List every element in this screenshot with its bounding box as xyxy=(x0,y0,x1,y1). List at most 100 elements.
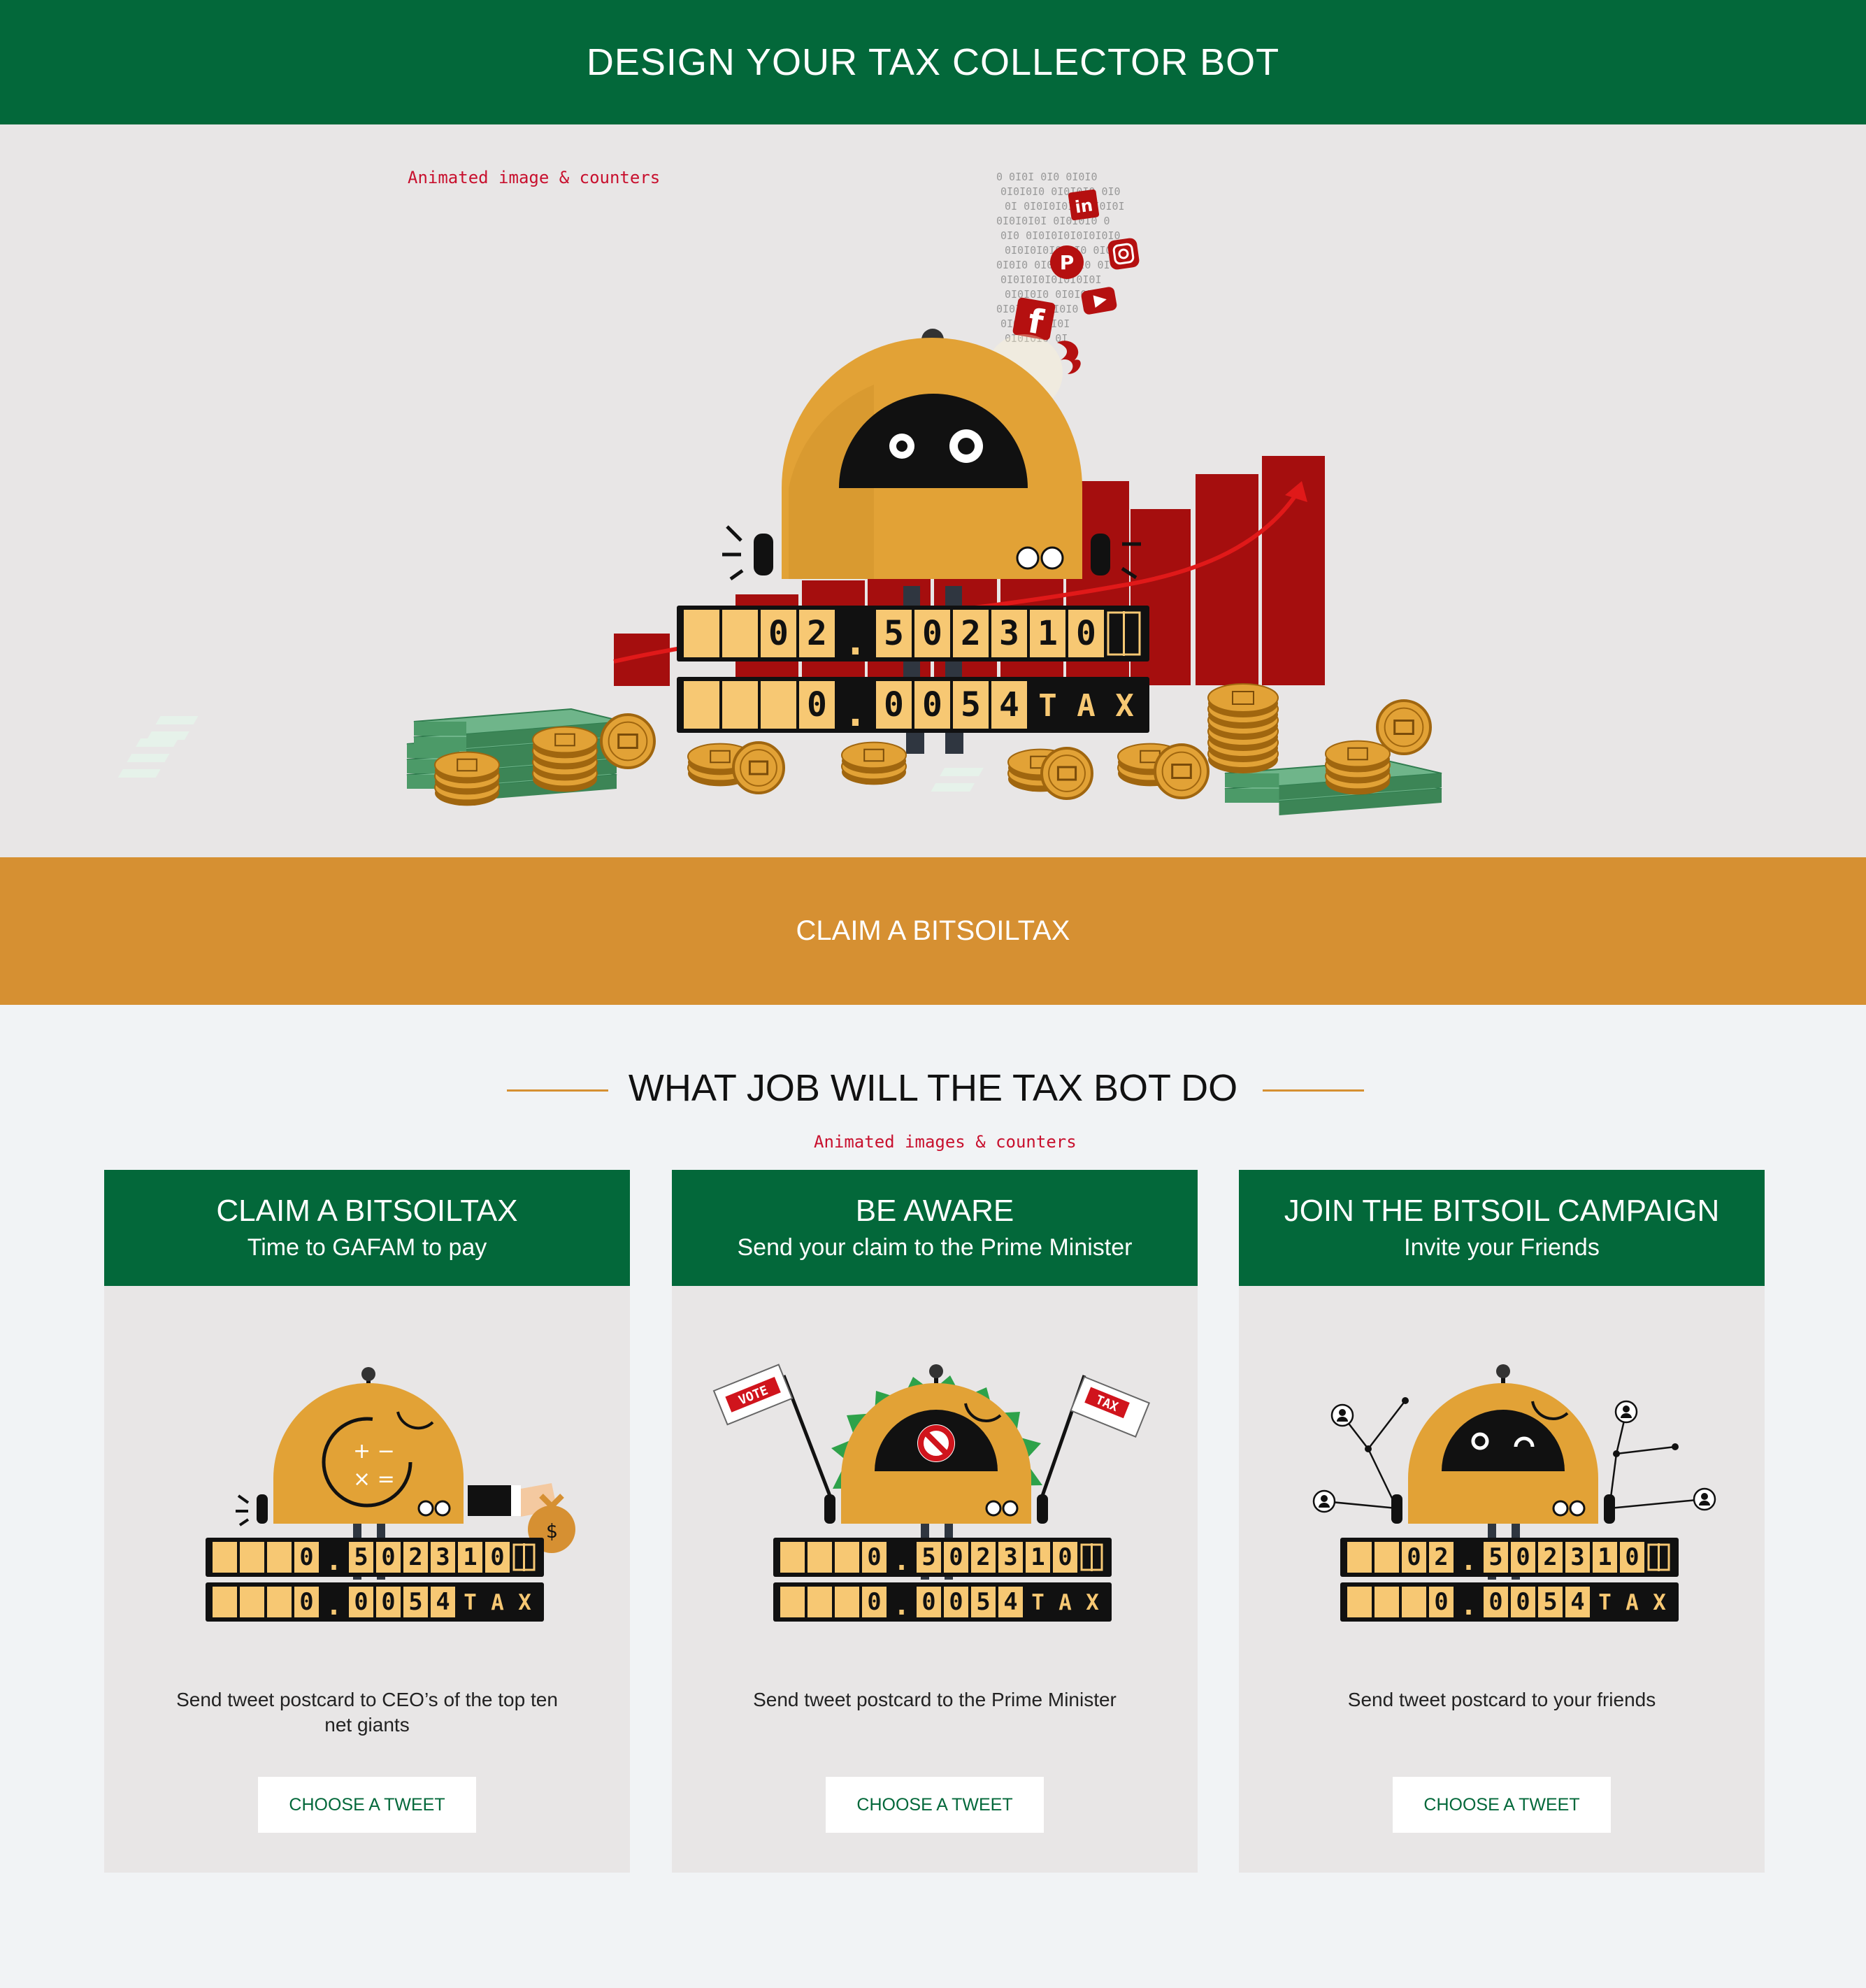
counter-digit-cell xyxy=(808,1542,832,1573)
card-subtitle: Invite your Friends xyxy=(1404,1234,1600,1261)
card-header: BE AWARE Send your claim to the Prime Mi… xyxy=(672,1170,1198,1286)
card-counter-top: 0.502310 xyxy=(206,1538,544,1577)
counter-digit-cell xyxy=(780,1542,805,1573)
person-icon xyxy=(1693,1487,1716,1511)
counter-digit-cell xyxy=(1375,1542,1399,1573)
bitsoil-coin-icon xyxy=(434,751,500,784)
counter-digit: 5 xyxy=(961,685,981,724)
counter-digit: 0 xyxy=(922,685,942,724)
counter-decimal: . xyxy=(893,1590,910,1622)
linkedin-icon: in xyxy=(1068,189,1100,221)
counter-digit: 3 xyxy=(1003,1543,1017,1571)
counter-digit: 0 xyxy=(381,1543,395,1571)
choose-tweet-button[interactable]: CHOOSE A TWEET xyxy=(258,1777,476,1833)
counter-digit: 0 xyxy=(949,1543,963,1571)
counter-digit: 0 xyxy=(1434,1588,1448,1615)
counter-suffix-letter: T xyxy=(1038,688,1057,724)
counter-digit: 1 xyxy=(1031,1543,1045,1571)
choose-tweet-button[interactable]: CHOOSE A TWEET xyxy=(826,1777,1044,1833)
calc-times-equals: × = xyxy=(353,1467,395,1492)
counter-suffix-letter: T xyxy=(1031,1590,1045,1615)
svg-text:P: P xyxy=(1060,251,1075,274)
counter-digit: 4 xyxy=(999,685,1019,724)
jobs-annotation: Animated images & counters xyxy=(814,1132,1077,1152)
counter-decimal: . xyxy=(844,690,868,736)
counter-digit: 0 xyxy=(1516,1588,1530,1615)
counter-suffix-letter: T xyxy=(464,1590,477,1615)
counter-decimal: . xyxy=(326,1545,343,1577)
card-counter-bottom: 0.0054TAX xyxy=(773,1582,1112,1622)
card-counter-bottom: 0.0054TAX xyxy=(1340,1582,1679,1622)
counter-digit: 0 xyxy=(1625,1543,1639,1571)
job-card-aware: BE AWARE Send your claim to the Prime Mi… xyxy=(672,1170,1198,1873)
campaign-robot-illustration: 02.502310 0.0054TAX xyxy=(1312,1364,1716,1622)
counter-digit-cell xyxy=(835,1587,859,1617)
person-icon xyxy=(1614,1400,1638,1424)
bitsoil-coin-icon xyxy=(1325,740,1391,773)
card-counter-top: 02.502310 xyxy=(1340,1538,1679,1577)
card-title: BE AWARE xyxy=(855,1194,1014,1228)
card-description: Send tweet postcard to the Prime Ministe… xyxy=(753,1689,1117,1710)
bitsoil-coin-icon xyxy=(532,726,598,759)
card-counter-top: 0.502310 xyxy=(773,1538,1112,1577)
counter-digit-cell xyxy=(835,1542,859,1573)
counter-digit: 0 xyxy=(381,1588,395,1615)
counter-digit-cell xyxy=(684,610,719,657)
counter-digit: 0 xyxy=(1058,1543,1072,1571)
jobs-title: WHAT JOB WILL THE TAX BOT DO xyxy=(628,1067,1238,1109)
counter-digit: 0 xyxy=(867,1588,881,1615)
svg-text:0 0I0I 0I0 0I0I0: 0 0I0I 0I0 0I0I0 xyxy=(996,171,1098,183)
counter-digit: 0 xyxy=(1076,614,1096,653)
hero-counter-bottom: 0.0054TAX xyxy=(677,677,1149,736)
counter-suffix-letter: X xyxy=(1115,688,1134,724)
counter-digit: 0 xyxy=(299,1588,313,1615)
svg-text:0I0I0I0 0I0I0I0 0I0: 0I0I0I0 0I0I0I0 0I0 xyxy=(1000,185,1121,198)
counter-digit: 0 xyxy=(1516,1543,1530,1571)
counter-digit: 1 xyxy=(1038,614,1058,653)
counter-digit: 2 xyxy=(1543,1543,1557,1571)
counter-decimal: . xyxy=(1460,1545,1477,1577)
counter-digit: 5 xyxy=(354,1543,368,1571)
counter-digit-cell xyxy=(240,1542,264,1573)
tax-flag: TAX xyxy=(1070,1375,1151,1438)
counter-digit: 0 xyxy=(299,1543,313,1571)
hero-counter-top: 02.502310 xyxy=(677,606,1149,664)
counter-digit: 1 xyxy=(1598,1543,1612,1571)
counter-decimal: . xyxy=(844,619,868,664)
hero-annotation: Animated image & counters xyxy=(408,168,661,187)
counter-digit-cell xyxy=(722,681,758,729)
card-description: Send tweet postcard to your friends xyxy=(1347,1689,1656,1710)
counter-digit: 4 xyxy=(436,1588,450,1615)
counter-digit: 4 xyxy=(1003,1588,1017,1615)
counter-digit: 0 xyxy=(768,614,789,653)
instagram-icon xyxy=(1107,238,1140,270)
bitsoil-coin-icon xyxy=(1154,743,1210,799)
counter-digit: 5 xyxy=(1488,1543,1502,1571)
counter-digit-cell xyxy=(684,681,719,729)
bitsoil-coin-icon xyxy=(841,741,907,774)
person-icon xyxy=(1312,1489,1336,1513)
person-icon xyxy=(1330,1403,1354,1427)
bitsoil-coin-icon xyxy=(600,713,656,769)
counter-suffix-letter: T xyxy=(1598,1590,1612,1615)
choose-tweet-button[interactable]: CHOOSE A TWEET xyxy=(1393,1777,1611,1833)
counter-decimal: . xyxy=(1460,1590,1477,1622)
card-subtitle: Time to GAFAM to pay xyxy=(247,1234,487,1261)
calc-plus-minus: + − xyxy=(353,1439,395,1464)
counter-digit: 0 xyxy=(921,1588,935,1615)
claim-bar-label: CLAIM A BITSOILTAX xyxy=(796,915,1070,946)
counter-digit: 0 xyxy=(1407,1543,1421,1571)
counter-digit: 3 xyxy=(1570,1543,1584,1571)
counter-suffix-letter: X xyxy=(518,1590,531,1615)
claim-bitsoiltax-bar[interactable]: CLAIM A BITSOILTAX xyxy=(0,857,1866,1005)
counter-digit-cell xyxy=(761,681,796,729)
job-card-campaign: JOIN THE BITSOIL CAMPAIGN Invite your Fr… xyxy=(1239,1170,1765,1873)
counter-digit: 3 xyxy=(999,614,1019,653)
counter-suffix-letter: X xyxy=(1086,1590,1099,1615)
counter-digit: 4 xyxy=(1570,1588,1584,1615)
card-title: CLAIM A BITSOILTAX xyxy=(216,1194,518,1228)
counter-digit: 2 xyxy=(1434,1543,1448,1571)
page-title: DESIGN YOUR TAX COLLECTOR BOT xyxy=(586,41,1280,83)
pinterest-icon: P xyxy=(1050,245,1084,279)
counter-digit-cell xyxy=(1402,1587,1426,1617)
